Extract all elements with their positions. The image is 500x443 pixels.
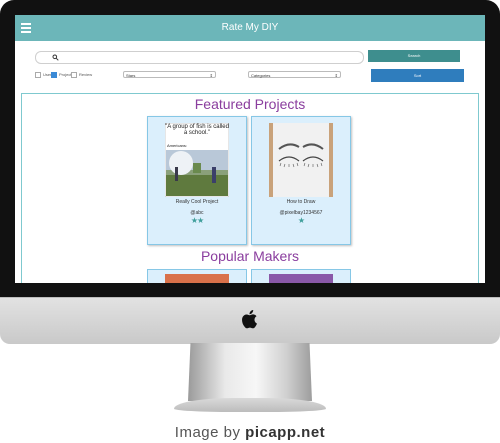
filter-review-checkbox[interactable]: Review bbox=[71, 72, 92, 78]
checkbox-icon bbox=[35, 72, 41, 78]
checkbox-icon bbox=[71, 72, 77, 78]
select-arrows-icon: ⇕ bbox=[334, 73, 338, 78]
credit-site: picapp.net bbox=[245, 424, 326, 441]
monitor-stand bbox=[188, 343, 312, 401]
apple-logo-icon bbox=[242, 310, 257, 329]
project-thumbnail[interactable]: "A group of fish is called a school." Am… bbox=[165, 123, 229, 197]
meme-text: "A group of fish is called a school." bbox=[165, 124, 229, 136]
project-thumbnail[interactable] bbox=[269, 123, 333, 197]
project-name[interactable]: Really Cool Project bbox=[148, 199, 246, 205]
project-card[interactable]: "A group of fish is called a school." Am… bbox=[147, 116, 247, 245]
star-rating: ★★ bbox=[190, 216, 204, 225]
star-rating: ★ bbox=[297, 216, 305, 225]
sort-select[interactable]: Stars ⇕ bbox=[123, 71, 216, 78]
filter-review-label: Review bbox=[79, 72, 93, 78]
project-name[interactable]: How to Draw bbox=[252, 199, 350, 205]
popular-makers-heading: Popular Makers bbox=[200, 248, 300, 264]
maker-card[interactable] bbox=[251, 269, 351, 283]
search-input[interactable] bbox=[35, 51, 364, 64]
checkbox-checked-icon bbox=[51, 72, 57, 78]
maker-thumbnail[interactable] bbox=[165, 274, 229, 283]
sort-select-value: Stars bbox=[126, 73, 136, 78]
credit-prefix: Image by bbox=[174, 424, 241, 441]
filter-user-checkbox[interactable]: User bbox=[35, 72, 51, 78]
maker-thumbnail[interactable] bbox=[269, 274, 333, 283]
filter-project-checkbox[interactable]: Project bbox=[51, 72, 71, 78]
app-title: Rate My DIY bbox=[221, 22, 279, 33]
meme-caption: Americans: bbox=[167, 143, 188, 148]
maker-card[interactable] bbox=[147, 269, 247, 283]
sort-button[interactable]: Sort bbox=[371, 69, 464, 82]
app-screen: Rate My DIY Search User Project Review S… bbox=[15, 15, 485, 283]
app-header: Rate My DIY bbox=[15, 15, 485, 41]
category-select[interactable]: Categories ⇕ bbox=[248, 71, 341, 78]
monitor-stand-base bbox=[174, 398, 326, 412]
image-credit: Image by picapp.net bbox=[0, 424, 500, 441]
search-icon bbox=[52, 54, 59, 61]
featured-projects-heading: Featured Projects bbox=[194, 96, 306, 112]
search-button[interactable]: Search bbox=[368, 50, 460, 62]
project-card[interactable]: How to Draw @pixelbay1234567 ★ bbox=[251, 116, 351, 245]
select-arrows-icon: ⇕ bbox=[209, 73, 213, 78]
filter-project-label: Project bbox=[59, 72, 72, 78]
category-select-value: Categories bbox=[251, 73, 271, 78]
